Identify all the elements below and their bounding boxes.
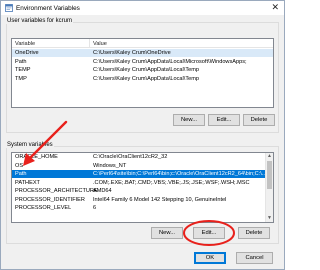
user-edit-button[interactable]: Edit... — [208, 114, 240, 126]
system-row-variable: PROCESSOR_IDENTIFIER — [15, 196, 85, 203]
environment-window-icon — [5, 4, 13, 12]
system-row-value: C:\Oracle\OraClient12cR2_32 — [93, 154, 168, 160]
system-row-variable: PROCESSOR_LEVEL — [15, 205, 72, 211]
user-row-variable: TMP — [15, 75, 27, 82]
system-row-value: Intel64 Family 6 Model 142 Stepping 10, … — [93, 196, 227, 203]
user-row-onedrive[interactable]: OneDrive C:\Users\Kaley Crum\OneDrive — [12, 49, 273, 58]
user-row-variable: OneDrive — [15, 50, 39, 56]
user-row-path[interactable]: Path C:\Users\Kaley Crum\AppData\Local\M… — [12, 58, 273, 66]
window-title: Environment Variables — [16, 4, 80, 12]
system-row-value: 6 — [93, 205, 97, 211]
system-row-path-selected[interactable]: Path C:\Perl64\site\bin;C:\Perl64\bin;c:… — [12, 170, 266, 179]
system-delete-button[interactable]: Delete — [238, 227, 270, 239]
user-row-variable: Path — [15, 58, 27, 65]
user-row-variable: TEMP — [15, 67, 31, 73]
system-row-variable: PROCESSOR_ARCHITECTURE — [15, 188, 98, 194]
user-col-value[interactable]: Value — [93, 41, 107, 47]
user-row-tmp[interactable]: TMP C:\Users\Kaley Crum\AppData\Local\Te… — [12, 75, 273, 83]
user-row-temp[interactable]: TEMP C:\Users\Kaley Crum\AppData\Local\T… — [12, 66, 273, 74]
system-edit-button[interactable]: Edit... — [193, 227, 225, 239]
system-row-os[interactable]: OS Windows_NT — [12, 162, 273, 170]
title-bar: Environment Variables ✕ — [1, 1, 284, 15]
system-row-variable: Path — [15, 171, 27, 177]
system-row-variable: PATHEXT — [15, 179, 40, 186]
user-delete-button[interactable]: Delete — [243, 114, 275, 126]
user-row-value: C:\Users\Kaley Crum\AppData\Local\Temp — [93, 67, 200, 73]
scrollbar-thumb[interactable] — [267, 161, 272, 189]
system-row-processor-level[interactable]: PROCESSOR_LEVEL 6 — [12, 204, 273, 212]
system-row-processor-architecture[interactable]: PROCESSOR_ARCHITECTURE AMD64 — [12, 187, 273, 195]
system-row-variable: ORACLE_HOME — [15, 154, 58, 160]
system-row-value: Windows_NT — [93, 162, 127, 169]
system-row-processor-identifier[interactable]: PROCESSOR_IDENTIFIER Intel64 Family 6 Mo… — [12, 196, 273, 204]
system-row-oracle-home[interactable]: ORACLE_HOME C:\Oracle\OraClient12cR2_32 — [12, 153, 273, 161]
environment-variables-dialog: Environment Variables ✕ User variables f… — [0, 0, 285, 270]
system-row-variable: OS — [15, 162, 24, 169]
cancel-button[interactable]: Cancel — [236, 252, 273, 264]
user-col-divider[interactable] — [89, 39, 90, 48]
user-new-button[interactable]: New... — [173, 114, 205, 126]
scroll-up-arrow-icon[interactable]: ▲ — [266, 153, 273, 160]
system-variables-list[interactable]: ORACLE_HOME C:\Oracle\OraClient12cR2_32 … — [11, 152, 274, 223]
system-row-value: C:\Perl64\site\bin;C:\Perl64\bin;c:\Orac… — [93, 171, 266, 177]
system-variables-title: System variables — [6, 142, 54, 148]
user-row-value: C:\Users\Kaley Crum\AppData\Local\Micros… — [93, 58, 247, 65]
ok-button[interactable]: OK — [194, 252, 226, 264]
system-new-button[interactable]: New... — [151, 227, 183, 239]
scroll-down-arrow-icon[interactable]: ▼ — [266, 215, 273, 222]
user-col-variable[interactable]: Variable — [15, 41, 35, 47]
system-row-value: AMD64 — [93, 188, 112, 194]
user-list-header: Variable Value — [12, 39, 273, 48]
user-row-value: C:\Users\Kaley Crum\AppData\Local\Temp — [93, 75, 200, 82]
user-row-value: C:\Users\Kaley Crum\OneDrive — [93, 50, 171, 56]
system-row-pathext[interactable]: PATHEXT .COM;.EXE;.BAT;.CMD;.VBS;.VBE;.J… — [12, 179, 273, 187]
system-row-value: .COM;.EXE;.BAT;.CMD;.VBS;.VBE;.JS;.JSE;.… — [93, 179, 250, 186]
user-variables-list[interactable]: Variable Value OneDrive C:\Users\Kaley C… — [11, 38, 274, 108]
system-list-scrollbar[interactable]: ▲ ▼ — [265, 153, 273, 222]
close-icon[interactable]: ✕ — [271, 2, 279, 13]
user-variables-title: User variables for kcrum — [6, 18, 74, 24]
